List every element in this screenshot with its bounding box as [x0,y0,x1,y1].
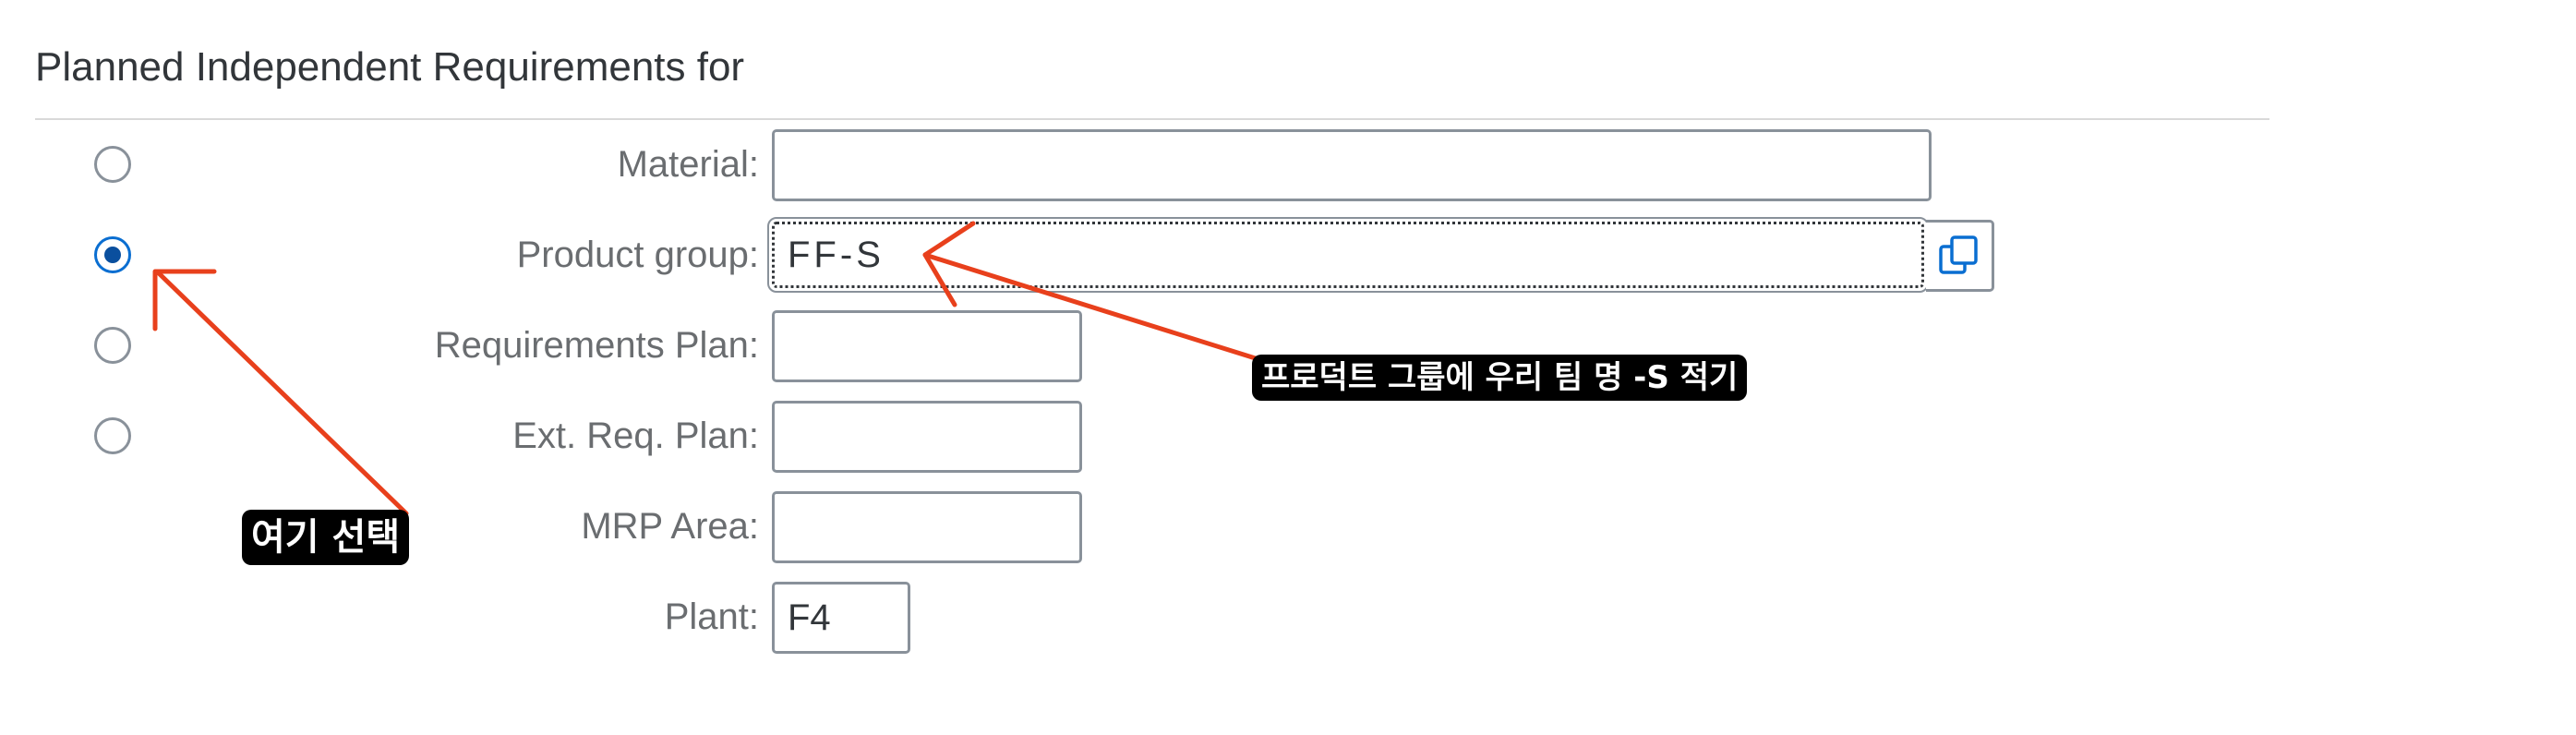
annotation-product-group-hint: 프로덕트 그룹에 우리 팀 명 -S 적기 [1252,355,1748,401]
annotation-select-here: 여기 선택 [242,510,410,565]
arrow-icon [152,269,409,516]
arrow-icon [922,221,1264,363]
